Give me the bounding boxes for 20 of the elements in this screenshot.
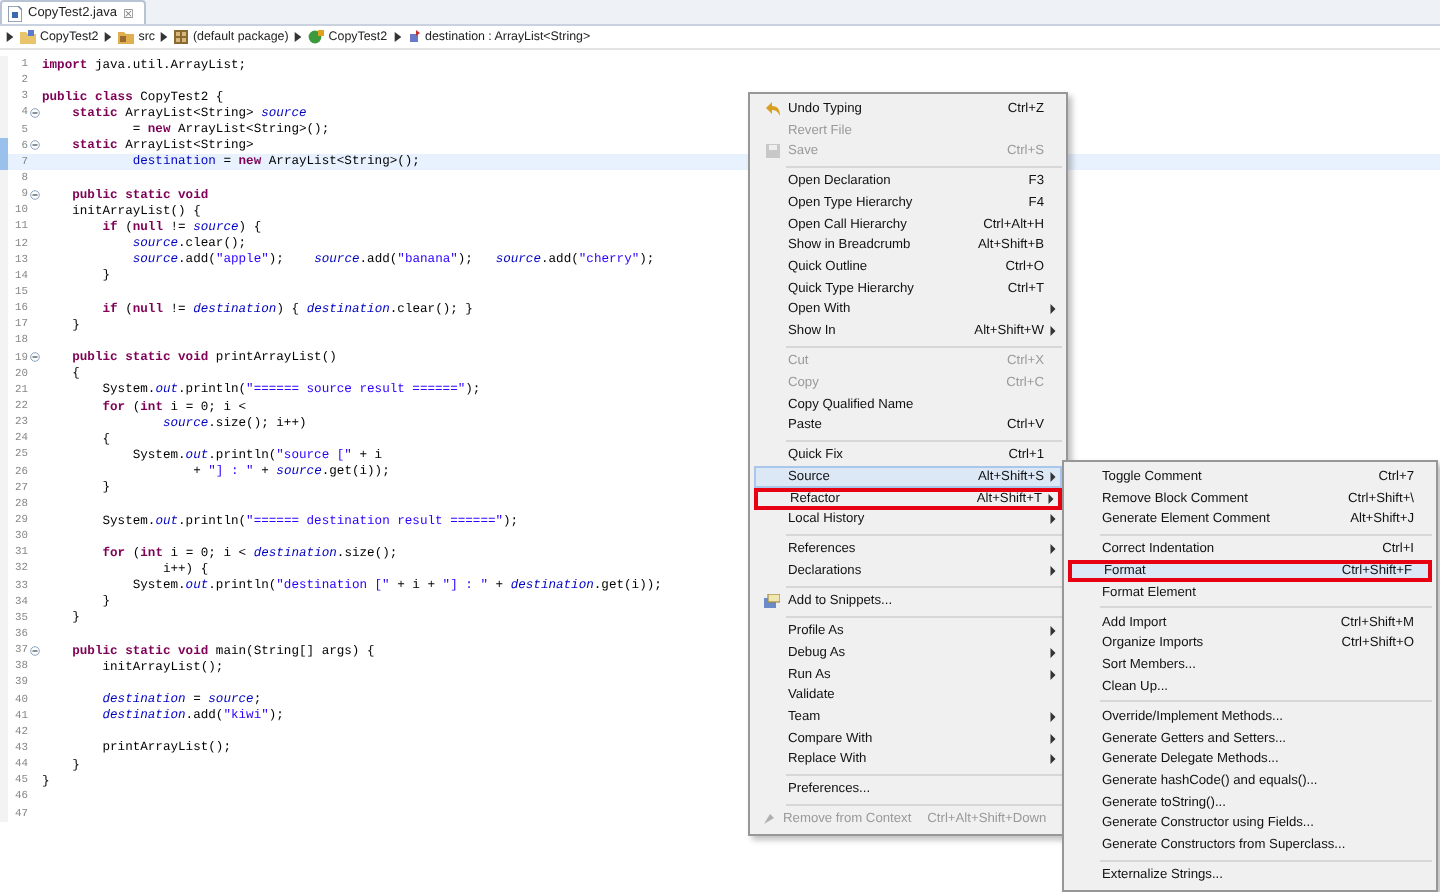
java-file-icon	[8, 5, 22, 21]
separator-arrow-icon	[6, 32, 14, 42]
snippet-icon	[764, 594, 780, 609]
package-icon	[174, 30, 189, 44]
fold-icon[interactable]	[30, 645, 40, 656]
separator-arrow-icon	[393, 32, 402, 42]
context-icon	[762, 812, 777, 827]
save-icon	[765, 144, 779, 159]
field-icon	[407, 30, 422, 44]
separator-arrow-icon	[160, 32, 169, 42]
separator-arrow-icon	[104, 32, 113, 42]
class-icon	[308, 30, 325, 44]
fold-icon[interactable]	[30, 140, 40, 151]
folder-icon	[118, 30, 135, 44]
fold-icon[interactable]	[30, 107, 40, 118]
undo-icon	[764, 101, 780, 116]
fold-icon[interactable]	[30, 352, 40, 363]
separator-arrow-icon	[294, 32, 303, 42]
project-icon	[20, 30, 36, 44]
fold-icon[interactable]	[30, 189, 40, 200]
